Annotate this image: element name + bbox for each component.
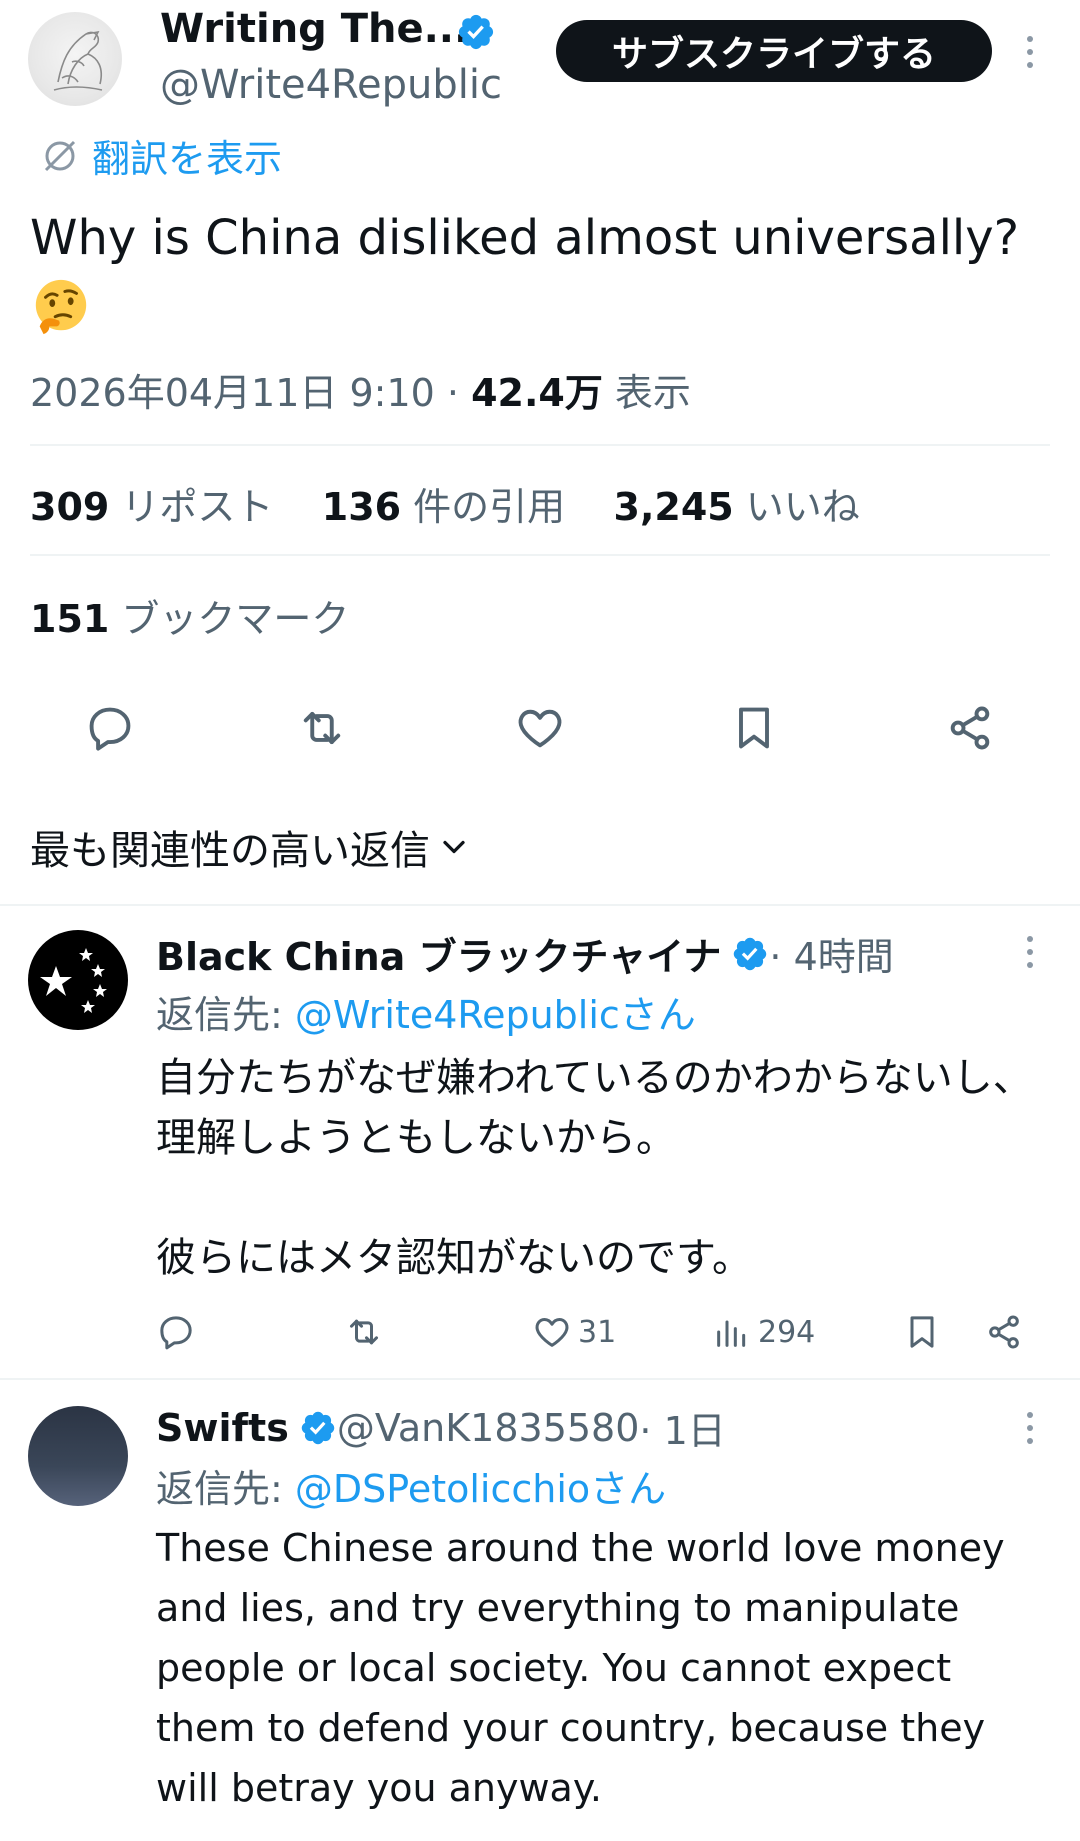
views-count: 42.4万 — [471, 371, 603, 415]
tweet-text: Why is China disliked almost universally… — [30, 210, 1020, 266]
reply-header: Swifts @VanK1835580 · 1日 — [156, 1400, 726, 1455]
author-name[interactable]: Writing The... — [160, 6, 469, 52]
share-icon — [989, 1315, 1019, 1349]
share-icon[interactable] — [944, 702, 996, 754]
more-options-icon[interactable] — [1022, 32, 1038, 72]
reply-author-handle[interactable]: @VanK1835580 — [337, 1406, 640, 1450]
reply-more-options-icon[interactable] — [1022, 1408, 1038, 1448]
quotes-stat[interactable]: 136 件の引用 — [322, 485, 565, 529]
reply-to-line: 返信先: @DSPetolicchioさん — [156, 1458, 666, 1513]
divider — [30, 444, 1050, 446]
reply-icon — [160, 1316, 192, 1350]
reply-author-name[interactable]: Swifts — [156, 1406, 289, 1450]
reply-sort-dropdown[interactable]: 最も関連性の高い返信 — [30, 818, 472, 876]
reply-time[interactable]: · 4時間 — [769, 926, 893, 981]
divider — [0, 1378, 1080, 1380]
reply-icon[interactable] — [84, 702, 136, 754]
divider — [0, 904, 1080, 906]
reply-to-line: 返信先: @Write4Republicさん — [156, 984, 696, 1039]
reply-header: Black China ブラックチャイナ · 4時間 — [156, 926, 894, 981]
reply-to-prefix: 返信先: — [156, 1467, 295, 1511]
like-icon — [535, 1318, 569, 1347]
reply-like-count: 31 — [578, 1314, 617, 1350]
reply-avatar[interactable] — [28, 1406, 128, 1506]
reply-text: 自分たちがなぜ嫌われているのかわからないし、理解しようともしないから。 彼らには… — [156, 1055, 1033, 1281]
reply-reply-button[interactable] — [156, 1312, 196, 1352]
views-label: 表示 — [602, 371, 691, 415]
reply-like-button[interactable]: 31 — [532, 1312, 616, 1352]
reply-views-count: 294 — [758, 1314, 816, 1350]
reply-more-options-icon[interactable] — [1022, 932, 1038, 972]
verified-badge-icon — [734, 937, 767, 970]
reply-to-prefix: 返信先: — [156, 993, 295, 1037]
tweet-meta: 2026年04月11日 9:10 · 42.4万 表示 — [30, 362, 691, 417]
likes-stat[interactable]: 3,245 いいね — [614, 485, 860, 529]
bookmark-icon — [910, 1316, 934, 1348]
reposts-stat[interactable]: 309 リポスト — [30, 485, 273, 529]
reply-views-button[interactable]: 294 — [712, 1312, 815, 1352]
chevron-down-icon — [443, 840, 465, 854]
reply-repost-button[interactable] — [344, 1312, 384, 1352]
reply-author-name[interactable]: Black China ブラックチャイナ — [156, 926, 721, 981]
analytics-icon — [717, 1320, 746, 1347]
translate-link[interactable]: 翻訳を表示 — [40, 128, 282, 183]
reply-to-mention[interactable]: @DSPetolicchioさん — [295, 1467, 666, 1511]
subscribe-button[interactable]: サブスクライブする — [556, 20, 992, 82]
translate-icon — [44, 140, 76, 171]
engagement-stats: 309 リポスト 136 件の引用 3,245 いいね — [30, 476, 860, 531]
sort-label: 最も関連性の高い返信 — [30, 828, 430, 874]
reply-avatar[interactable] — [28, 930, 128, 1030]
stars-logo-icon — [40, 948, 107, 1013]
bookmarks-stat[interactable]: 151 ブックマーク — [30, 588, 349, 643]
author-handle[interactable]: @Write4Republic — [160, 62, 502, 108]
repost-icon — [350, 1319, 378, 1345]
eagle-sketch-icon — [53, 30, 103, 91]
reply-bookmark-button[interactable] — [902, 1312, 942, 1352]
timestamp[interactable]: 2026年04月11日 9:10 · — [30, 371, 471, 415]
repost-icon[interactable] — [296, 702, 348, 754]
verified-badge-icon — [301, 1411, 335, 1444]
reply-text: These Chinese around the world love mone… — [156, 1526, 1017, 1810]
divider — [30, 554, 1050, 556]
reply-share-button[interactable] — [984, 1312, 1024, 1352]
reply-time[interactable]: · 1日 — [639, 1400, 725, 1455]
verified-badge-icon — [458, 14, 494, 50]
reply-to-mention[interactable]: @Write4Republicさん — [295, 993, 696, 1037]
like-icon[interactable] — [514, 702, 566, 754]
translate-label: 翻訳を表示 — [92, 137, 283, 181]
bookmark-icon[interactable] — [728, 702, 780, 754]
author-avatar[interactable] — [28, 12, 122, 106]
thinking-face-icon — [35, 279, 87, 335]
